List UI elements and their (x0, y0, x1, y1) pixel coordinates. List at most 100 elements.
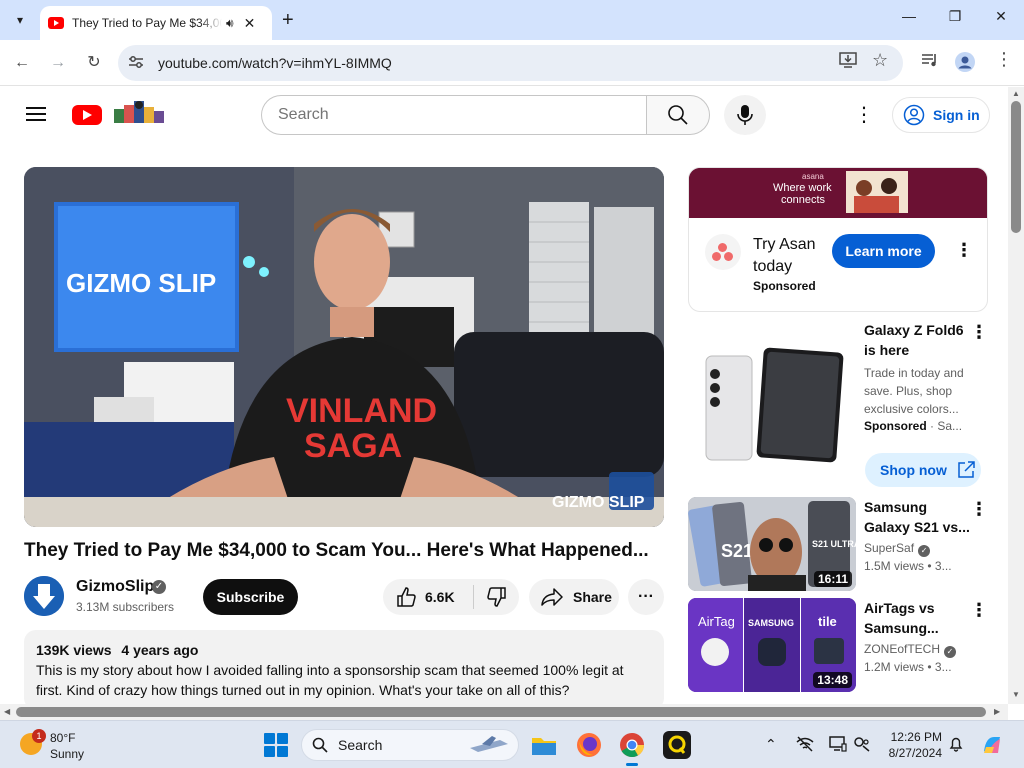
file-explorer-icon[interactable] (530, 731, 558, 759)
sign-in-button[interactable]: Sign in (892, 97, 990, 133)
channel-name[interactable]: GizmoSlip (76, 578, 154, 596)
shop-now-label: Shop now (880, 462, 947, 478)
scroll-left-arrow-icon[interactable]: ◀ (4, 707, 10, 716)
tray-chevron-up-icon[interactable]: ⌃ (765, 736, 777, 753)
sponsored-ad-card[interactable]: asana Where work connects Try Asan today… (688, 167, 988, 312)
tab-close-icon[interactable]: ✕ (244, 15, 256, 32)
recommended-video-1[interactable]: S21 S21 ULTRA 16:11 Samsung Galaxy S21 v… (688, 497, 988, 591)
promo-sponsored: Sponsored · Sa... (864, 419, 963, 433)
weather-widget[interactable]: 1 80°F Sunny (20, 729, 120, 763)
reload-icon[interactable]: ↻ (83, 52, 105, 74)
search-highlight-image (470, 736, 508, 752)
promo-title[interactable]: Galaxy Z Fold6 is here (864, 320, 974, 360)
profile-avatar-icon[interactable] (955, 52, 975, 76)
rec-age: 3... (934, 559, 952, 573)
new-tab-plus-icon[interactable]: + (282, 8, 294, 32)
promoted-product-card[interactable]: Galaxy Z Fold6 is here ⋮ Trade in today … (688, 318, 988, 498)
notification-bell-icon[interactable] (948, 736, 964, 755)
settings-sync-icon[interactable] (853, 736, 871, 755)
vertical-scrollbar[interactable]: ▲ ▼ (1008, 87, 1024, 704)
video-player[interactable]: GIZMO SLIP VINLAND SAGA GIZMO SLIP (24, 167, 664, 527)
rec-video-title[interactable]: AirTags vs Samsung... (864, 598, 970, 638)
recommended-video-2[interactable]: AirTag SAMSUNG tile 13:48 AirTags vs Sam… (688, 598, 988, 692)
search-input[interactable] (278, 106, 647, 124)
network-off-icon[interactable] (796, 736, 814, 755)
rec-channel-name[interactable]: ZONEofTECH ✓ (864, 642, 957, 658)
forward-arrow-icon[interactable]: → (47, 52, 69, 74)
horizontal-scroll-thumb[interactable] (16, 707, 986, 717)
address-bar[interactable]: youtube.com/watch?v=ihmYL-8IMMQ (118, 45, 903, 81)
install-app-icon[interactable] (839, 52, 857, 72)
ad-title[interactable]: Try Asan today (753, 234, 833, 278)
scroll-right-arrow-icon[interactable]: ▶ (994, 707, 1000, 716)
thumbs-down-icon (487, 587, 506, 607)
browser-menu-kebab-icon[interactable]: ⋮ (995, 49, 1013, 70)
app-q-icon[interactable] (663, 731, 691, 759)
scroll-up-arrow-icon[interactable]: ▲ (1012, 89, 1020, 98)
video-thumbnail[interactable]: AirTag SAMSUNG tile 13:48 (688, 598, 856, 692)
share-button[interactable]: Share (529, 579, 619, 615)
speaker-icon[interactable]: 🔊︎ (226, 16, 234, 31)
learn-more-button[interactable]: Learn more (832, 234, 935, 268)
view-count: 139K views (36, 642, 112, 658)
subscribe-button[interactable]: Subscribe (203, 579, 298, 615)
external-link-icon (958, 461, 975, 478)
thumb-s21-ultra-text: S21 ULTRA (812, 539, 856, 549)
bookmark-star-icon[interactable]: ☆ (872, 50, 888, 71)
rec-channel-name[interactable]: SuperSaf ✓ (864, 541, 931, 557)
upload-age: 4 years ago (121, 642, 199, 658)
browser-tab-active[interactable]: They Tried to Pay Me $34,000 to Scam You… (40, 6, 272, 40)
url-text[interactable]: youtube.com/watch?v=ihmYL-8IMMQ (158, 55, 392, 71)
search-input-container[interactable] (261, 95, 647, 135)
settings-kebab-icon[interactable]: ⋮ (854, 102, 874, 128)
weather-badge: 1 (32, 729, 46, 743)
search-button[interactable] (646, 95, 710, 135)
tv-logo-text: GIZMO SLIP (66, 268, 216, 298)
vertical-scroll-thumb[interactable] (1011, 101, 1021, 233)
voice-search-button[interactable] (724, 95, 766, 135)
media-controls-icon[interactable] (921, 52, 939, 72)
tab-search-chevron-icon[interactable]: ▾ (8, 8, 32, 32)
rec-channel-label: SuperSaf (864, 541, 915, 555)
promo-menu-kebab-icon[interactable]: ⋮ (970, 322, 988, 343)
horizontal-scrollbar[interactable]: ◀ ▶ (0, 704, 1008, 720)
ad-banner-image[interactable]: asana Where work connects (689, 168, 987, 218)
taskbar-search-box[interactable]: Search (301, 729, 519, 761)
rec-menu-kebab-icon[interactable]: ⋮ (970, 600, 988, 621)
subscriber-count: 3.13M subscribers (76, 600, 175, 614)
more-actions-button[interactable]: ··· (628, 579, 664, 615)
shop-now-button[interactable]: Shop now (865, 453, 981, 487)
windows-start-icon[interactable] (264, 733, 288, 757)
back-arrow-icon[interactable]: ← (11, 52, 33, 74)
copilot-icon[interactable] (980, 733, 1004, 757)
display-icon[interactable] (829, 736, 847, 755)
shirt-print-line2: SAGA (304, 427, 402, 465)
firefox-icon[interactable] (575, 731, 603, 759)
galaxy-fold-product-image[interactable] (688, 318, 856, 486)
thumb-airtag-text: AirTag (698, 614, 735, 629)
chrome-icon[interactable] (618, 731, 646, 766)
video-thumbnail[interactable]: S21 S21 ULTRA 16:11 (688, 497, 856, 591)
like-button[interactable]: 6.6K (383, 579, 473, 615)
rec-channel-label: ZONEofTECH (864, 642, 941, 656)
watermark-text: GIZMO SLIP (552, 494, 645, 511)
rec-menu-kebab-icon[interactable]: ⋮ (970, 499, 988, 520)
taskbar-clock[interactable]: 12:26 PM 8/27/2024 (880, 729, 942, 761)
channel-avatar[interactable] (24, 576, 64, 616)
youtube-doodle-logo[interactable] (112, 99, 166, 127)
ad-menu-kebab-icon[interactable]: ⋮ (955, 240, 973, 261)
hamburger-menu-icon[interactable] (26, 107, 46, 121)
minimize-icon[interactable]: — (897, 8, 921, 24)
site-info-tune-icon[interactable] (128, 55, 146, 72)
tab-title: They Tried to Pay Me $34,000 to Scam You… (72, 16, 222, 30)
youtube-logo-icon[interactable] (72, 105, 102, 125)
window-close-icon[interactable]: ✕ (989, 8, 1013, 25)
verified-check-icon: ✓ (944, 646, 957, 658)
verified-check-icon: ✓ (918, 545, 931, 557)
dislike-button[interactable] (479, 579, 515, 615)
scroll-down-arrow-icon[interactable]: ▼ (1012, 690, 1020, 699)
clock-date: 8/27/2024 (888, 746, 942, 760)
rec-video-title[interactable]: Samsung Galaxy S21 vs... (864, 497, 970, 537)
restore-icon[interactable]: ❐ (943, 8, 967, 25)
description-box[interactable]: 139K views 4 years ago This is my story … (24, 630, 664, 710)
